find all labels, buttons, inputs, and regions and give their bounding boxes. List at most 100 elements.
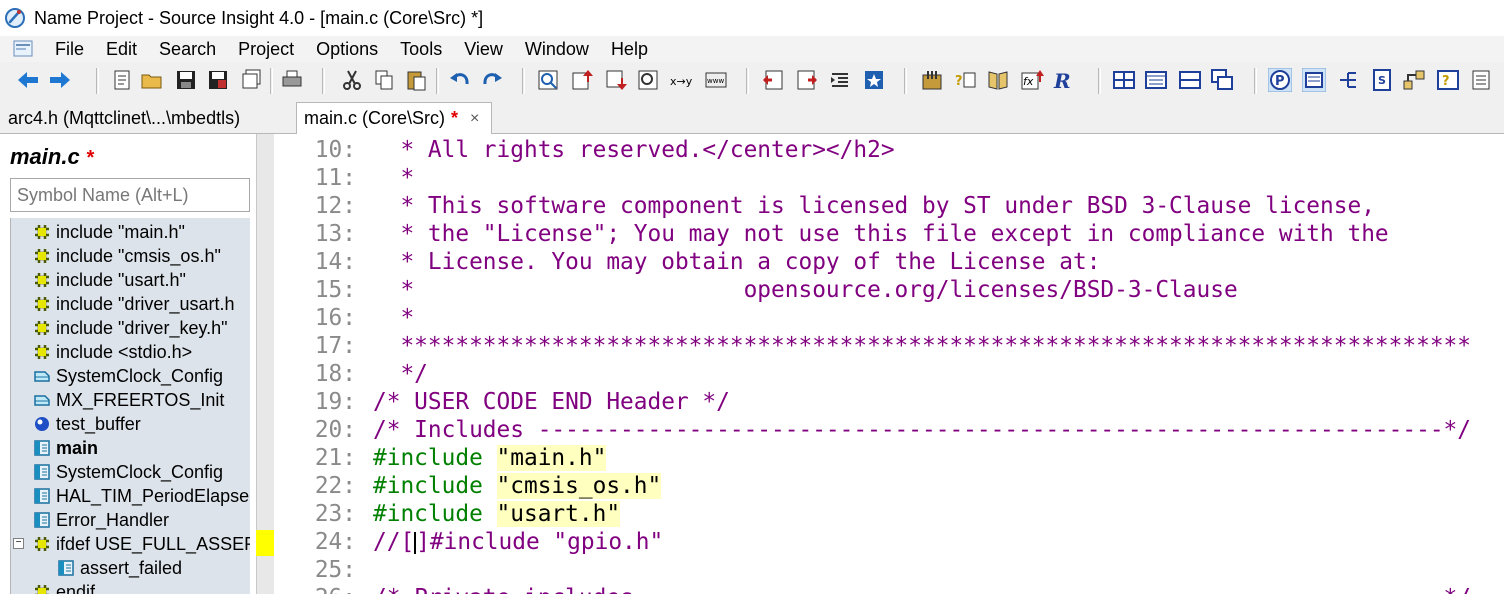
browse-web-icon[interactable]: www xyxy=(704,68,728,92)
symbol-list-item[interactable]: MX_FREERTOS_Init xyxy=(11,388,250,412)
open-folder-icon[interactable] xyxy=(140,68,164,92)
tile-icon[interactable] xyxy=(1112,68,1136,92)
symbol-label: main xyxy=(56,437,99,458)
save-icon[interactable] xyxy=(174,68,198,92)
redo-icon[interactable] xyxy=(480,68,504,92)
find-next-icon[interactable] xyxy=(604,68,628,92)
toolbar-separator xyxy=(746,68,749,94)
toolbar-separator xyxy=(322,68,325,94)
undo-icon[interactable] xyxy=(448,68,472,92)
replace-icon[interactable]: x→y xyxy=(670,68,694,92)
function-icon[interactable]: fx xyxy=(1020,68,1044,92)
line-number: 13: xyxy=(314,221,356,247)
tab-close-icon[interactable]: × xyxy=(470,110,479,128)
help-icon[interactable]: ? xyxy=(1436,68,1460,92)
paste-icon[interactable] xyxy=(404,68,428,92)
symbol-list-item[interactable]: SystemClock_Config xyxy=(11,460,250,484)
symbol-list[interactable]: include "main.h" include "cmsis_os.h" incl… xyxy=(10,218,250,594)
print-icon[interactable] xyxy=(280,68,304,92)
cut-icon[interactable] xyxy=(340,68,364,92)
code-line[interactable]: 12: * This software component is license… xyxy=(274,192,1504,220)
symbol-list-item[interactable]: include "driver_key.h" xyxy=(11,316,250,340)
symbol-list-item[interactable]: − ifdef USE_FULL_ASSERT xyxy=(11,532,250,556)
menu-view[interactable]: View xyxy=(453,39,514,60)
code-line[interactable]: 11: * xyxy=(274,164,1504,192)
more-icon[interactable] xyxy=(1470,68,1494,92)
code-line[interactable]: 16: * xyxy=(274,304,1504,332)
code-line[interactable]: 21: #include "main.h" xyxy=(274,444,1504,472)
symbol-list-item[interactable]: Error_Handler xyxy=(11,508,250,532)
symbol-list-item[interactable]: include "main.h" xyxy=(11,220,250,244)
copy-icon[interactable] xyxy=(372,68,396,92)
code-line[interactable]: 18: */ xyxy=(274,360,1504,388)
code-line[interactable]: 25: xyxy=(274,556,1504,584)
symbol-list-item[interactable]: include <stdio.h> xyxy=(11,340,250,364)
tab-main-c[interactable]: main.c (Core\Src) * × xyxy=(296,102,492,134)
menu-bar: File Edit Search Project Options Tools V… xyxy=(0,36,1504,62)
window-icon[interactable] xyxy=(1144,68,1168,92)
code-line[interactable]: 20: /* Includes -------------------------… xyxy=(274,416,1504,444)
symbol-list-item[interactable]: test_buffer xyxy=(11,412,250,436)
menu-file[interactable]: File xyxy=(44,39,95,60)
search-files-icon[interactable] xyxy=(636,68,660,92)
code-line[interactable]: 14: * License. You may obtain a copy of … xyxy=(274,248,1504,276)
window2-icon[interactable] xyxy=(1178,68,1202,92)
forward-icon[interactable] xyxy=(48,68,72,92)
back-icon[interactable] xyxy=(16,68,40,92)
code-text: * xyxy=(373,304,414,332)
menu-window[interactable]: Window xyxy=(514,39,600,60)
code-line[interactable]: 22: #include "cmsis_os.h" xyxy=(274,472,1504,500)
code-line[interactable]: 26: /* Private includes -----------------… xyxy=(274,584,1504,594)
document-menu-icon[interactable] xyxy=(12,40,34,58)
context-icon[interactable] xyxy=(1302,68,1326,92)
jump-back-icon[interactable] xyxy=(762,68,786,92)
code-text: * All rights reserved.</center></h2> xyxy=(373,136,894,164)
find-icon[interactable] xyxy=(536,68,560,92)
call-icon[interactable] xyxy=(1402,68,1426,92)
tree-collapse-toggle[interactable]: − xyxy=(13,538,24,549)
code-line[interactable]: 19: /* USER CODE END Header */ xyxy=(274,388,1504,416)
tree-icon[interactable] xyxy=(1336,68,1360,92)
menu-search[interactable]: Search xyxy=(148,39,227,60)
symbol-list-item[interactable]: HAL_TIM_PeriodElapse xyxy=(11,484,250,508)
code-editor[interactable]: 10: * All rights reserved.</center></h2>… xyxy=(274,134,1504,594)
cascade-icon[interactable] xyxy=(1210,68,1234,92)
symbol-list-item[interactable]: include "cmsis_os.h" xyxy=(11,244,250,268)
code-line[interactable]: 10: * All rights reserved.</center></h2> xyxy=(274,136,1504,164)
menu-tools[interactable]: Tools xyxy=(389,39,453,60)
relation-icon[interactable]: ? xyxy=(954,68,978,92)
code-line[interactable]: 23: #include "usart.h" xyxy=(274,500,1504,528)
symbol-list-item[interactable]: SystemClock_Config xyxy=(11,364,250,388)
bookmark-icon[interactable] xyxy=(862,68,886,92)
symbol-icon[interactable]: S xyxy=(1370,68,1394,92)
symbol-list-item[interactable]: include "usart.h" xyxy=(11,268,250,292)
code-line[interactable]: 13: * the "License"; You may not use thi… xyxy=(274,220,1504,248)
symbol-list-item[interactable]: include "driver_usart.h xyxy=(11,292,250,316)
code-line[interactable]: 17: ************************************… xyxy=(274,332,1504,360)
close-file-icon[interactable] xyxy=(240,68,264,92)
symbol-label: SystemClock_Config xyxy=(56,461,224,482)
symbol-list-item[interactable]: main xyxy=(11,436,250,460)
panel-splitter[interactable] xyxy=(256,134,274,594)
find-previous-icon[interactable] xyxy=(570,68,594,92)
code-line[interactable]: 15: * opensource.org/licenses/BSD-3-Clau… xyxy=(274,276,1504,304)
symbol-info-icon[interactable] xyxy=(920,68,944,92)
project-icon[interactable]: P xyxy=(1268,68,1292,92)
code-text: * the "License"; You may not use this fi… xyxy=(373,220,1388,248)
tab-arc4-h[interactable]: arc4.h (Mqttclinet\...\mbedtls) xyxy=(0,102,294,134)
symbol-list-item[interactable]: endif xyxy=(11,580,250,594)
menu-options[interactable]: Options xyxy=(305,39,389,60)
indent-icon[interactable] xyxy=(828,68,852,92)
menu-help[interactable]: Help xyxy=(600,39,659,60)
symbol-search-input[interactable] xyxy=(10,178,250,212)
refs-icon[interactable]: R xyxy=(1052,68,1076,92)
symbol-list-item[interactable]: assert_failed xyxy=(11,556,250,580)
new-file-icon[interactable] xyxy=(110,68,134,92)
save-all-icon[interactable] xyxy=(206,68,230,92)
menu-project[interactable]: Project xyxy=(227,39,305,60)
code-line[interactable]: 24: //[]#include "gpio.h" xyxy=(274,528,1504,556)
symbol-label: HAL_TIM_PeriodElapse xyxy=(56,485,250,506)
book-icon[interactable] xyxy=(986,68,1010,92)
menu-edit[interactable]: Edit xyxy=(95,39,148,60)
jump-forward-icon[interactable] xyxy=(794,68,818,92)
